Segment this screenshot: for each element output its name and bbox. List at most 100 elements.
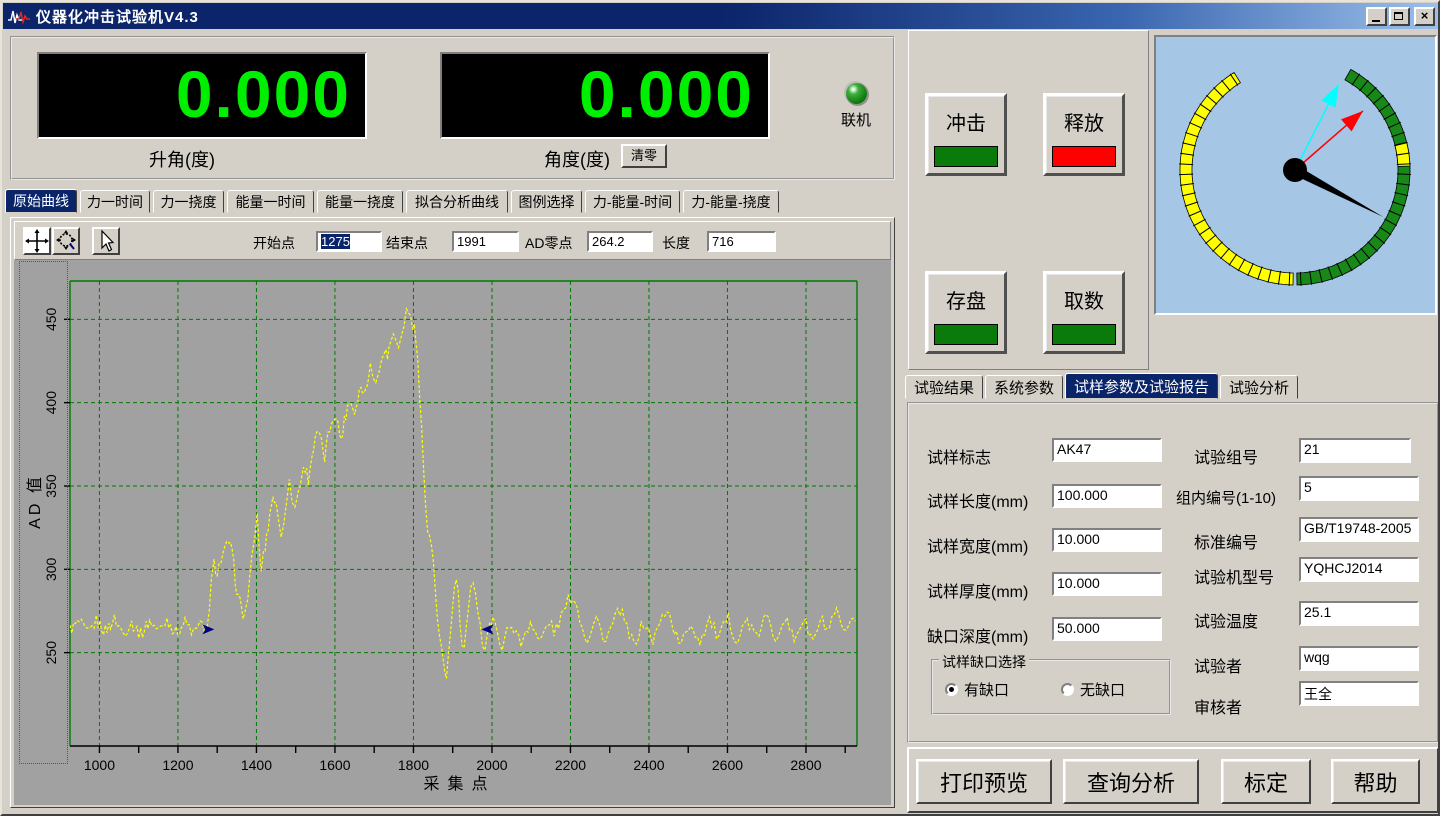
gauge-arc-segment-1 <box>1180 73 1293 286</box>
chart-tab-0[interactable]: 原始曲线 <box>5 189 77 213</box>
toolbar-field-input-3[interactable]: 716 <box>707 231 776 252</box>
cursor-icon <box>94 229 118 253</box>
close-button[interactable]: × <box>1414 7 1435 26</box>
chart-tab-6[interactable]: 图例选择 <box>511 190 582 213</box>
toolbar-field-input-2[interactable]: 264.2 <box>587 231 653 252</box>
x-tick-label: 1400 <box>241 757 272 773</box>
save-button-label: 存盘 <box>928 285 1004 314</box>
chart-tab-bar: 原始曲线力一时间力一挠度能量一时间能量一挠度拟合分析曲线图例选择力-能量-时间力… <box>5 190 782 213</box>
zoom-icon <box>54 229 78 253</box>
toolbar-field-value-0: 1275 <box>321 234 350 249</box>
acquire-button-indicator <box>1052 324 1116 345</box>
form-field-right-3[interactable]: YQHCJ2014 <box>1299 557 1419 582</box>
chart-tab-4[interactable]: 能量一挠度 <box>317 190 403 213</box>
maximize-button[interactable] <box>1389 7 1410 26</box>
pan-tool-button[interactable] <box>23 227 51 255</box>
form-label-left-1: 试样长度(mm) <box>927 488 1028 512</box>
x-axis-title: 采集点 <box>423 775 495 793</box>
zoom-tool-button[interactable] <box>52 227 80 255</box>
window-title: 仪器化冲击试验机V4.3 <box>36 6 199 27</box>
right-tab-2[interactable]: 试样参数及试验报告 <box>1065 373 1218 399</box>
y-axis-selection-box <box>19 261 68 764</box>
save-button[interactable]: 存盘 <box>925 271 1007 354</box>
x-tick-label: 1000 <box>84 757 115 773</box>
impact-button-label: 冲击 <box>928 107 1004 136</box>
minimize-button[interactable] <box>1366 7 1387 26</box>
form-field-right-4[interactable]: 25.1 <box>1299 601 1419 626</box>
cyan-needle-head <box>1321 84 1338 107</box>
calibrate-button[interactable]: 标定 <box>1221 759 1311 804</box>
app-window: 仪器化冲击试验机V4.3 × 0.000 0.000 升角(度) 角度(度) 清… <box>0 0 1440 816</box>
online-label: 联机 <box>824 109 888 130</box>
online-led-icon <box>846 83 867 104</box>
chart-tab-3[interactable]: 能量一时间 <box>227 190 314 213</box>
form-field-left-0[interactable]: AK47 <box>1052 438 1162 462</box>
rise-angle-display: 0.000 <box>37 52 367 139</box>
angle-display: 0.000 <box>440 52 770 139</box>
form-field-left-4[interactable]: 50.000 <box>1052 617 1162 641</box>
sample-parameters-panel: 试样标志AK47试样长度(mm)100.000试样宽度(mm)10.000试样厚… <box>907 402 1439 743</box>
print-preview-button[interactable]: 打印预览 <box>916 759 1052 804</box>
toolbar-field-input-1[interactable]: 1991 <box>452 231 519 252</box>
right-tab-bar: 试验结果系统参数试样参数及试验报告试验分析 <box>905 374 1300 399</box>
clear-zero-button[interactable]: 清零 <box>621 144 667 168</box>
radio-unselected-icon <box>1061 683 1074 696</box>
form-field-right-6[interactable]: 王全 <box>1299 681 1419 706</box>
form-label-right-2: 标准编号 <box>1194 529 1258 553</box>
x-tick-label: 2000 <box>476 757 507 773</box>
start-point-marker[interactable] <box>202 624 214 634</box>
form-label-left-4: 缺口深度(mm) <box>927 623 1028 647</box>
form-field-right-2[interactable]: GB/T19748-2005 <box>1299 517 1419 542</box>
toolbar-field-label-2: AD零点 <box>525 233 572 253</box>
x-tick-label: 2600 <box>712 757 743 773</box>
notch-radio-1[interactable]: 无缺口 <box>1061 679 1125 700</box>
toolbar-field-input-0[interactable]: 1275 <box>316 231 382 252</box>
right-tab-0[interactable]: 试验结果 <box>905 375 983 399</box>
notch-radio-label-0: 有缺口 <box>964 679 1009 700</box>
action-button-panel: 冲击 释放存盘 取数 <box>908 30 1149 370</box>
form-field-right-5[interactable]: wqg <box>1299 646 1419 671</box>
raw-signal-curve <box>70 309 855 679</box>
x-tick-label: 2200 <box>555 757 586 773</box>
form-field-right-1[interactable]: 5 <box>1299 476 1419 501</box>
readout-panel: 0.000 0.000 升角(度) 角度(度) 清零 联机 <box>10 36 895 180</box>
x-tick-label: 2400 <box>633 757 664 773</box>
notch-radio-0[interactable]: 有缺口 <box>945 679 1009 700</box>
chart-area[interactable]: 1000120014001600180020002200240026002800… <box>14 260 891 805</box>
chart-tab-2[interactable]: 力一挠度 <box>153 190 224 213</box>
form-label-right-3: 试验机型号 <box>1194 564 1274 588</box>
query-analysis-button[interactable]: 查询分析 <box>1063 759 1199 804</box>
pan-icon <box>25 229 49 253</box>
form-label-right-5: 试验者 <box>1194 653 1242 677</box>
release-button-indicator <box>1052 146 1116 167</box>
release-button[interactable]: 释放 <box>1043 93 1125 176</box>
help-button[interactable]: 帮助 <box>1331 759 1420 804</box>
chart-tab-1[interactable]: 力一时间 <box>80 190 150 213</box>
form-field-left-1[interactable]: 100.000 <box>1052 484 1162 508</box>
form-label-left-2: 试样宽度(mm) <box>927 533 1028 557</box>
chart-tab-8[interactable]: 力-能量-挠度 <box>683 190 779 213</box>
form-field-left-3[interactable]: 10.000 <box>1052 572 1162 596</box>
chart-tab-5[interactable]: 拟合分析曲线 <box>406 190 508 213</box>
notch-radio-label-1: 无缺口 <box>1080 679 1125 700</box>
form-field-left-2[interactable]: 10.000 <box>1052 528 1162 552</box>
minimize-icon <box>1372 20 1380 22</box>
right-tab-1[interactable]: 系统参数 <box>985 375 1063 399</box>
rise-angle-label: 升角(度) <box>72 146 292 172</box>
acquire-button[interactable]: 取数 <box>1043 271 1125 354</box>
x-tick-label: 1600 <box>319 757 350 773</box>
chart-tab-7[interactable]: 力-能量-时间 <box>585 190 680 213</box>
chart-toolbar: 开始点1275结束点1991AD零点264.2长度716 <box>14 221 891 260</box>
form-field-right-0[interactable]: 21 <box>1299 438 1411 463</box>
gauge-hub <box>1283 158 1307 182</box>
radio-selected-icon <box>945 683 958 696</box>
cursor-tool-button[interactable] <box>92 227 120 255</box>
impact-button-indicator <box>934 146 998 167</box>
form-label-left-0: 试样标志 <box>927 444 991 468</box>
toolbar-field-label-3: 长度 <box>662 233 690 253</box>
form-label-right-1: 组内编号(1-10) <box>1176 487 1276 508</box>
impact-button[interactable]: 冲击 <box>925 93 1007 176</box>
x-tick-label: 1800 <box>398 757 429 773</box>
right-tab-3[interactable]: 试验分析 <box>1220 375 1298 399</box>
release-button-label: 释放 <box>1046 107 1122 136</box>
